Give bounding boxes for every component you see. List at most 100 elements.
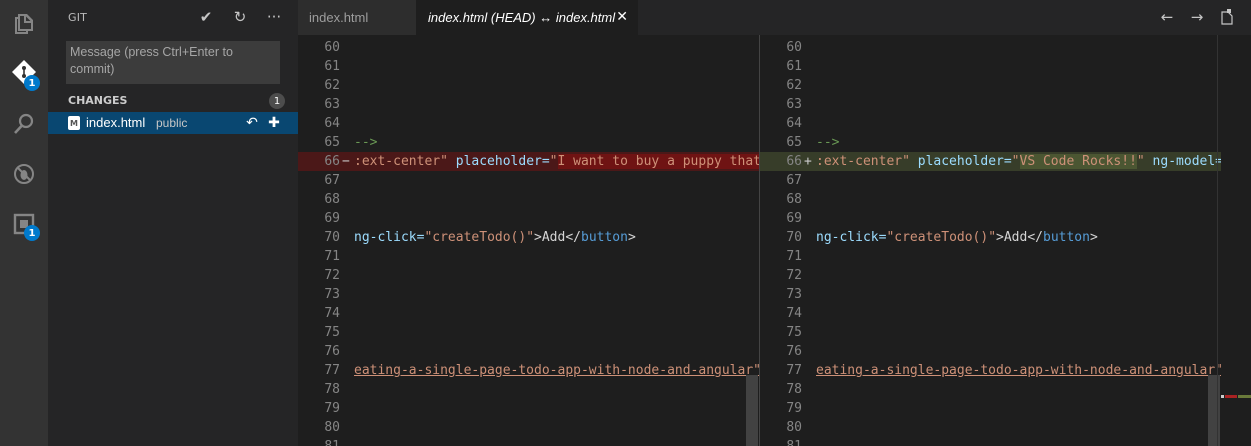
code-token: --> <box>816 135 840 150</box>
line-number: 81 <box>298 437 340 446</box>
tab-index-html[interactable]: index.html <box>298 0 416 35</box>
code-line: 64 <box>760 114 1221 133</box>
code-token: button <box>1043 230 1090 245</box>
code-text: ng-click="createTodo()">Add</button> <box>354 228 636 247</box>
html-file-icon: M <box>68 116 80 130</box>
code-line: 81 <box>760 437 1221 446</box>
code-token: eating-a-single-page-todo-app-with-node-… <box>354 363 760 378</box>
line-number: 66 <box>786 154 802 169</box>
previous-change-icon[interactable]: ← <box>1157 6 1177 28</box>
debug-icon[interactable] <box>0 150 48 198</box>
right-scrollbar-thumb[interactable] <box>1208 375 1220 446</box>
tab-label: index.html <box>309 10 369 25</box>
code-token: >Add</ <box>534 230 581 245</box>
diff-marker: − <box>342 154 350 169</box>
code-line: 79 <box>298 399 760 418</box>
search-icon[interactable] <box>0 100 48 148</box>
commit-message-input[interactable]: Message (press Ctrl+Enter to commit) <box>66 41 280 84</box>
line-number: 76 <box>324 344 340 359</box>
code-line: 78 <box>298 380 760 399</box>
line-number: 60 <box>324 40 340 55</box>
code-line: 76 <box>298 342 760 361</box>
line-number: 75 <box>786 325 802 340</box>
code-token: placeholder= <box>909 154 1012 169</box>
code-line: 72 <box>298 266 760 285</box>
code-text: --> <box>816 133 839 152</box>
code-line: 66−:ext-center" placeholder="I want to b… <box>298 152 760 171</box>
discard-changes-icon[interactable]: ↶ <box>244 113 260 133</box>
commit-check-icon[interactable]: ✔ <box>196 6 216 28</box>
line-number: 67 <box>786 173 802 188</box>
code-line: 79 <box>760 399 1221 418</box>
code-line: 69 <box>760 209 1221 228</box>
code-token: > <box>1089 230 1098 245</box>
editor-actions: ← → <box>1157 6 1237 28</box>
code-text: :ext-center" placeholder="VS Code Rocks!… <box>816 152 1221 171</box>
overview-ruler-border <box>1217 35 1218 446</box>
code-token: > <box>627 230 636 245</box>
file-folder: public <box>156 116 188 130</box>
changes-header[interactable]: CHANGES <box>68 94 127 107</box>
line-number: 65 <box>324 135 340 150</box>
code-line: 60 <box>760 38 1221 57</box>
code-line: 63 <box>760 95 1221 114</box>
git-icon[interactable]: 1 <box>0 48 48 96</box>
line-number: 69 <box>786 211 802 226</box>
git-sidebar: GIT ✔ ↻ ··· Message (press Ctrl+Enter to… <box>48 0 298 446</box>
next-change-icon[interactable]: → <box>1187 6 1207 28</box>
line-number: 71 <box>786 249 802 264</box>
open-file-icon[interactable] <box>1217 6 1237 28</box>
code-line: 63 <box>298 95 760 114</box>
line-number: 70 <box>786 230 802 245</box>
code-token: :ext-center" <box>354 154 448 169</box>
code-token: ng-model= <box>1144 154 1221 169</box>
files-icon[interactable] <box>0 0 48 48</box>
stage-file-icon[interactable]: ✚ <box>266 113 282 133</box>
changes-count-badge: 1 <box>269 93 285 109</box>
diff-original-pane[interactable]: 60 61 62 63 64 65 --> 66−:ext-center" placehold… <box>298 35 760 446</box>
tab-label: index.html (HEAD) ↔ index.html <box>428 10 616 25</box>
line-number: 75 <box>324 325 340 340</box>
code-line: 80 <box>298 418 760 437</box>
diff-modified-pane[interactable]: 60 61 62 63 64 65 --> 66 +:ext-center" placehold… <box>760 35 1221 446</box>
code-text: eating-a-single-page-todo-app-with-node-… <box>354 361 760 380</box>
code-line: 70 ng-click="createTodo()">Add</button> <box>298 228 760 247</box>
changed-file-row[interactable]: M index.html public ↶ ✚ <box>48 112 298 134</box>
extensions-icon[interactable]: 1 <box>0 200 48 248</box>
code-token: >Add</ <box>996 230 1043 245</box>
line-number: 62 <box>786 78 802 93</box>
close-icon[interactable]: ✕ <box>616 8 628 25</box>
line-number: 68 <box>786 192 802 207</box>
line-number: 79 <box>786 401 802 416</box>
activity-bar: 1 1 <box>0 0 48 446</box>
code-token: "createTodo()" <box>424 230 535 245</box>
line-number: 72 <box>786 268 802 283</box>
code-token: --> <box>354 135 378 150</box>
code-token: " <box>1136 154 1145 169</box>
file-name: index.html <box>86 115 146 130</box>
line-number: 77 <box>324 363 340 378</box>
code-token: placeholder= <box>447 154 550 169</box>
left-scrollbar-thumb[interactable] <box>746 375 758 446</box>
code-line: 67 <box>760 171 1221 190</box>
code-token-changed: I want to buy a puppy that <box>557 154 760 169</box>
tab-diff[interactable]: index.html (HEAD) ↔ index.html ✕ <box>416 0 638 35</box>
code-line: 61 <box>298 57 760 76</box>
line-number: 78 <box>324 382 340 397</box>
line-number: 79 <box>324 401 340 416</box>
code-line: 71 <box>298 247 760 266</box>
refresh-icon[interactable]: ↻ <box>230 6 250 28</box>
code-line: 68 <box>760 190 1221 209</box>
line-number: 71 <box>324 249 340 264</box>
code-line: 65 --> <box>760 133 1221 152</box>
code-line: 66 +:ext-center" placeholder="VS Code Roc… <box>760 152 1221 171</box>
line-number: 61 <box>324 59 340 74</box>
line-number: 74 <box>324 306 340 321</box>
more-icon[interactable]: ··· <box>264 6 284 28</box>
code-line: 62 <box>760 76 1221 95</box>
line-number: 66 <box>324 154 340 169</box>
line-number: 64 <box>786 116 802 131</box>
code-line: 72 <box>760 266 1221 285</box>
code-token: button <box>581 230 628 245</box>
code-token: "createTodo()" <box>886 230 997 245</box>
